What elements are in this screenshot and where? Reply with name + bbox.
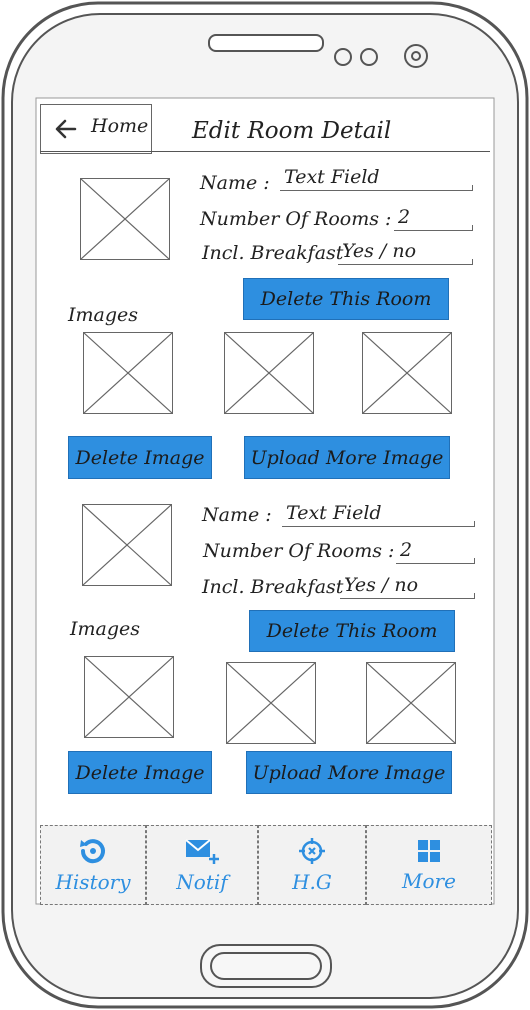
back-label: Home [91, 115, 149, 137]
upload-more-image-button[interactable]: Upload More Image [244, 436, 450, 479]
delete-image-button[interactable]: Delete Image [68, 436, 212, 479]
name-label: Name : [200, 172, 270, 194]
delete-room-button[interactable]: Delete This Room [243, 278, 449, 320]
breakfast-value: Yes / no [342, 240, 417, 262]
tab-label: More [402, 869, 456, 893]
name-label: Name : [202, 504, 272, 526]
tab-label: History [55, 870, 131, 894]
number-of-rooms-label: Number Of Rooms : [203, 540, 395, 562]
tab-label: H.G [292, 870, 332, 894]
delete-room-button[interactable]: Delete This Room [249, 610, 455, 652]
speaker-grille [208, 34, 324, 52]
images-label: Images [70, 618, 141, 640]
breakfast-value: Yes / no [344, 574, 419, 596]
grid-icon [418, 840, 440, 862]
name-field[interactable]: Text Field [282, 502, 475, 527]
name-field-value: Text Field [284, 166, 380, 188]
back-arrow-icon [55, 119, 77, 139]
camera-icon [404, 44, 428, 68]
room-image [366, 662, 456, 744]
number-of-rooms-value: 2 [400, 539, 413, 561]
number-of-rooms-label: Number Of Rooms : [200, 208, 392, 230]
tab-more[interactable]: More [366, 825, 492, 905]
room-image [224, 332, 314, 414]
tab-notif[interactable]: Notif [146, 825, 258, 905]
room-image [226, 662, 316, 744]
sensor-icon [360, 48, 378, 66]
tab-history[interactable]: History [40, 825, 146, 905]
tab-hg[interactable]: H.G [258, 825, 366, 905]
back-button[interactable]: Home [40, 104, 152, 154]
breakfast-field[interactable]: Yes / no [338, 240, 473, 265]
delete-image-button[interactable]: Delete Image [68, 751, 212, 794]
room-thumbnail [80, 178, 170, 260]
room-image [362, 332, 452, 414]
page-title: Edit Room Detail [192, 118, 392, 144]
number-of-rooms-value: 2 [398, 206, 411, 228]
room-image [83, 332, 173, 414]
crosshair-icon [299, 838, 325, 864]
room-thumbnail [82, 504, 172, 586]
images-label: Images [68, 304, 139, 326]
breakfast-field[interactable]: Yes / no [340, 574, 475, 599]
name-field[interactable]: Text Field [280, 166, 473, 191]
tab-label: Notif [176, 870, 228, 894]
room-image [84, 656, 174, 738]
number-of-rooms-field[interactable]: 2 [394, 206, 473, 231]
history-icon [80, 839, 105, 864]
breakfast-label: Incl. Breakfast [202, 576, 344, 598]
name-field-value: Text Field [286, 502, 382, 524]
upload-more-image-button[interactable]: Upload More Image [246, 751, 452, 794]
mail-plus-icon [185, 839, 219, 864]
home-hardware-button[interactable] [200, 944, 332, 988]
header-divider [40, 151, 490, 152]
sensor-icon [334, 48, 352, 66]
breakfast-label: Incl. Breakfast [202, 242, 344, 264]
number-of-rooms-field[interactable]: 2 [396, 539, 475, 564]
